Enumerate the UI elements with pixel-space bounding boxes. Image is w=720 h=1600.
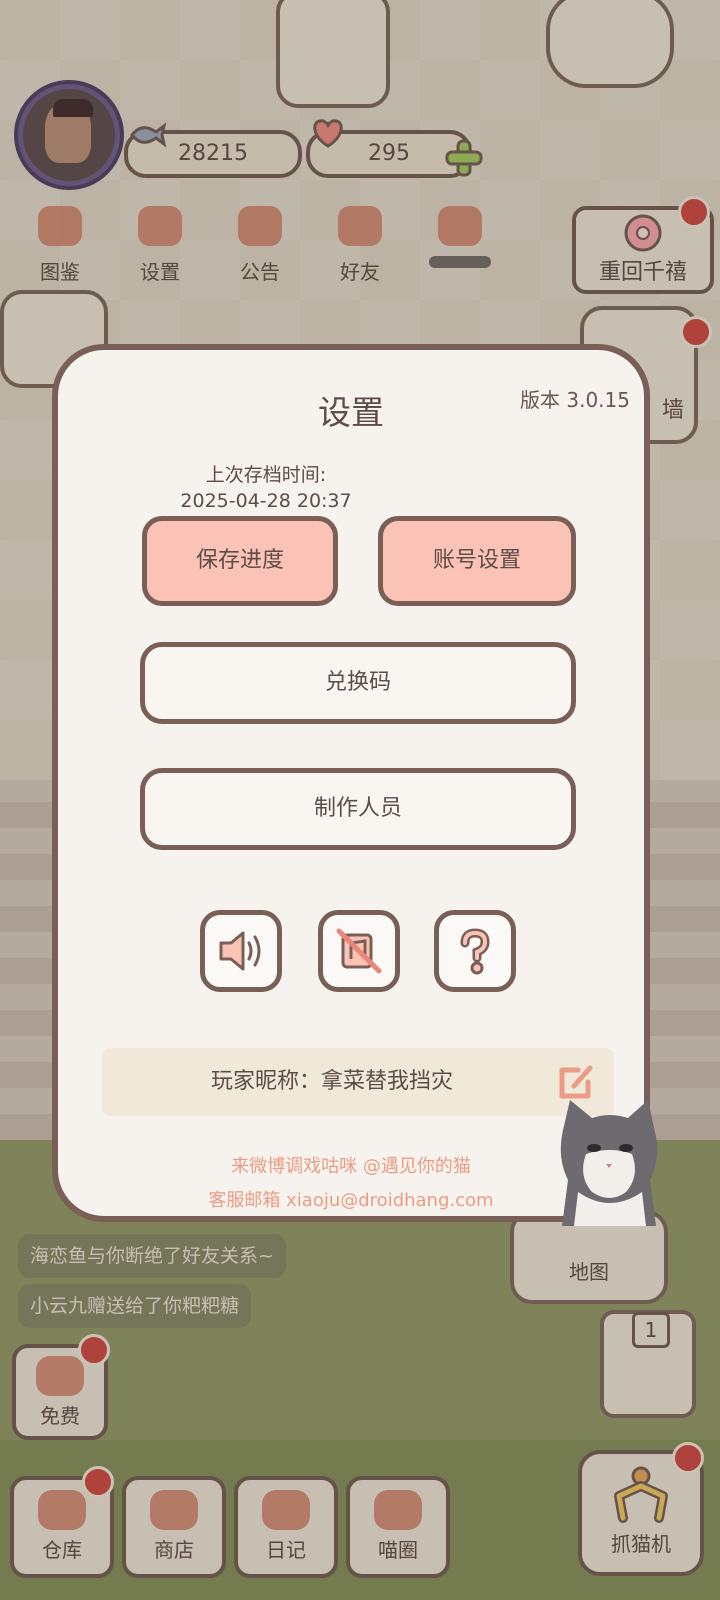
nickname-bar: 玩家昵称：拿菜替我挡灾 [102,1048,614,1116]
last-save-time: 2025-04-28 20:37 [180,490,352,512]
speaker-icon [219,931,261,971]
version-label: 版本 3.0.15 [520,388,630,412]
last-save-info: 上次存档时间: 2025-04-28 20:37 [156,462,376,514]
last-save-label: 上次存档时间: [205,464,327,486]
credits-button[interactable]: 制作人员 [140,768,576,850]
help-button[interactable] [434,910,516,992]
music-toggle-button[interactable] [318,910,400,992]
cat-mascot-icon [560,1100,658,1226]
question-mark-icon [460,928,490,975]
account-settings-button[interactable]: 账号设置 [378,516,576,606]
save-progress-button[interactable]: 保存进度 [142,516,338,606]
redeem-code-button[interactable]: 兑换码 [140,642,576,724]
settings-dialog: 设置 版本 3.0.15 上次存档时间: 2025-04-28 20:37 保存… [52,344,650,1222]
music-off-icon [336,928,382,974]
sound-toggle-button[interactable] [200,910,282,992]
nickname-text: 玩家昵称：拿菜替我挡灾 [210,1069,453,1094]
